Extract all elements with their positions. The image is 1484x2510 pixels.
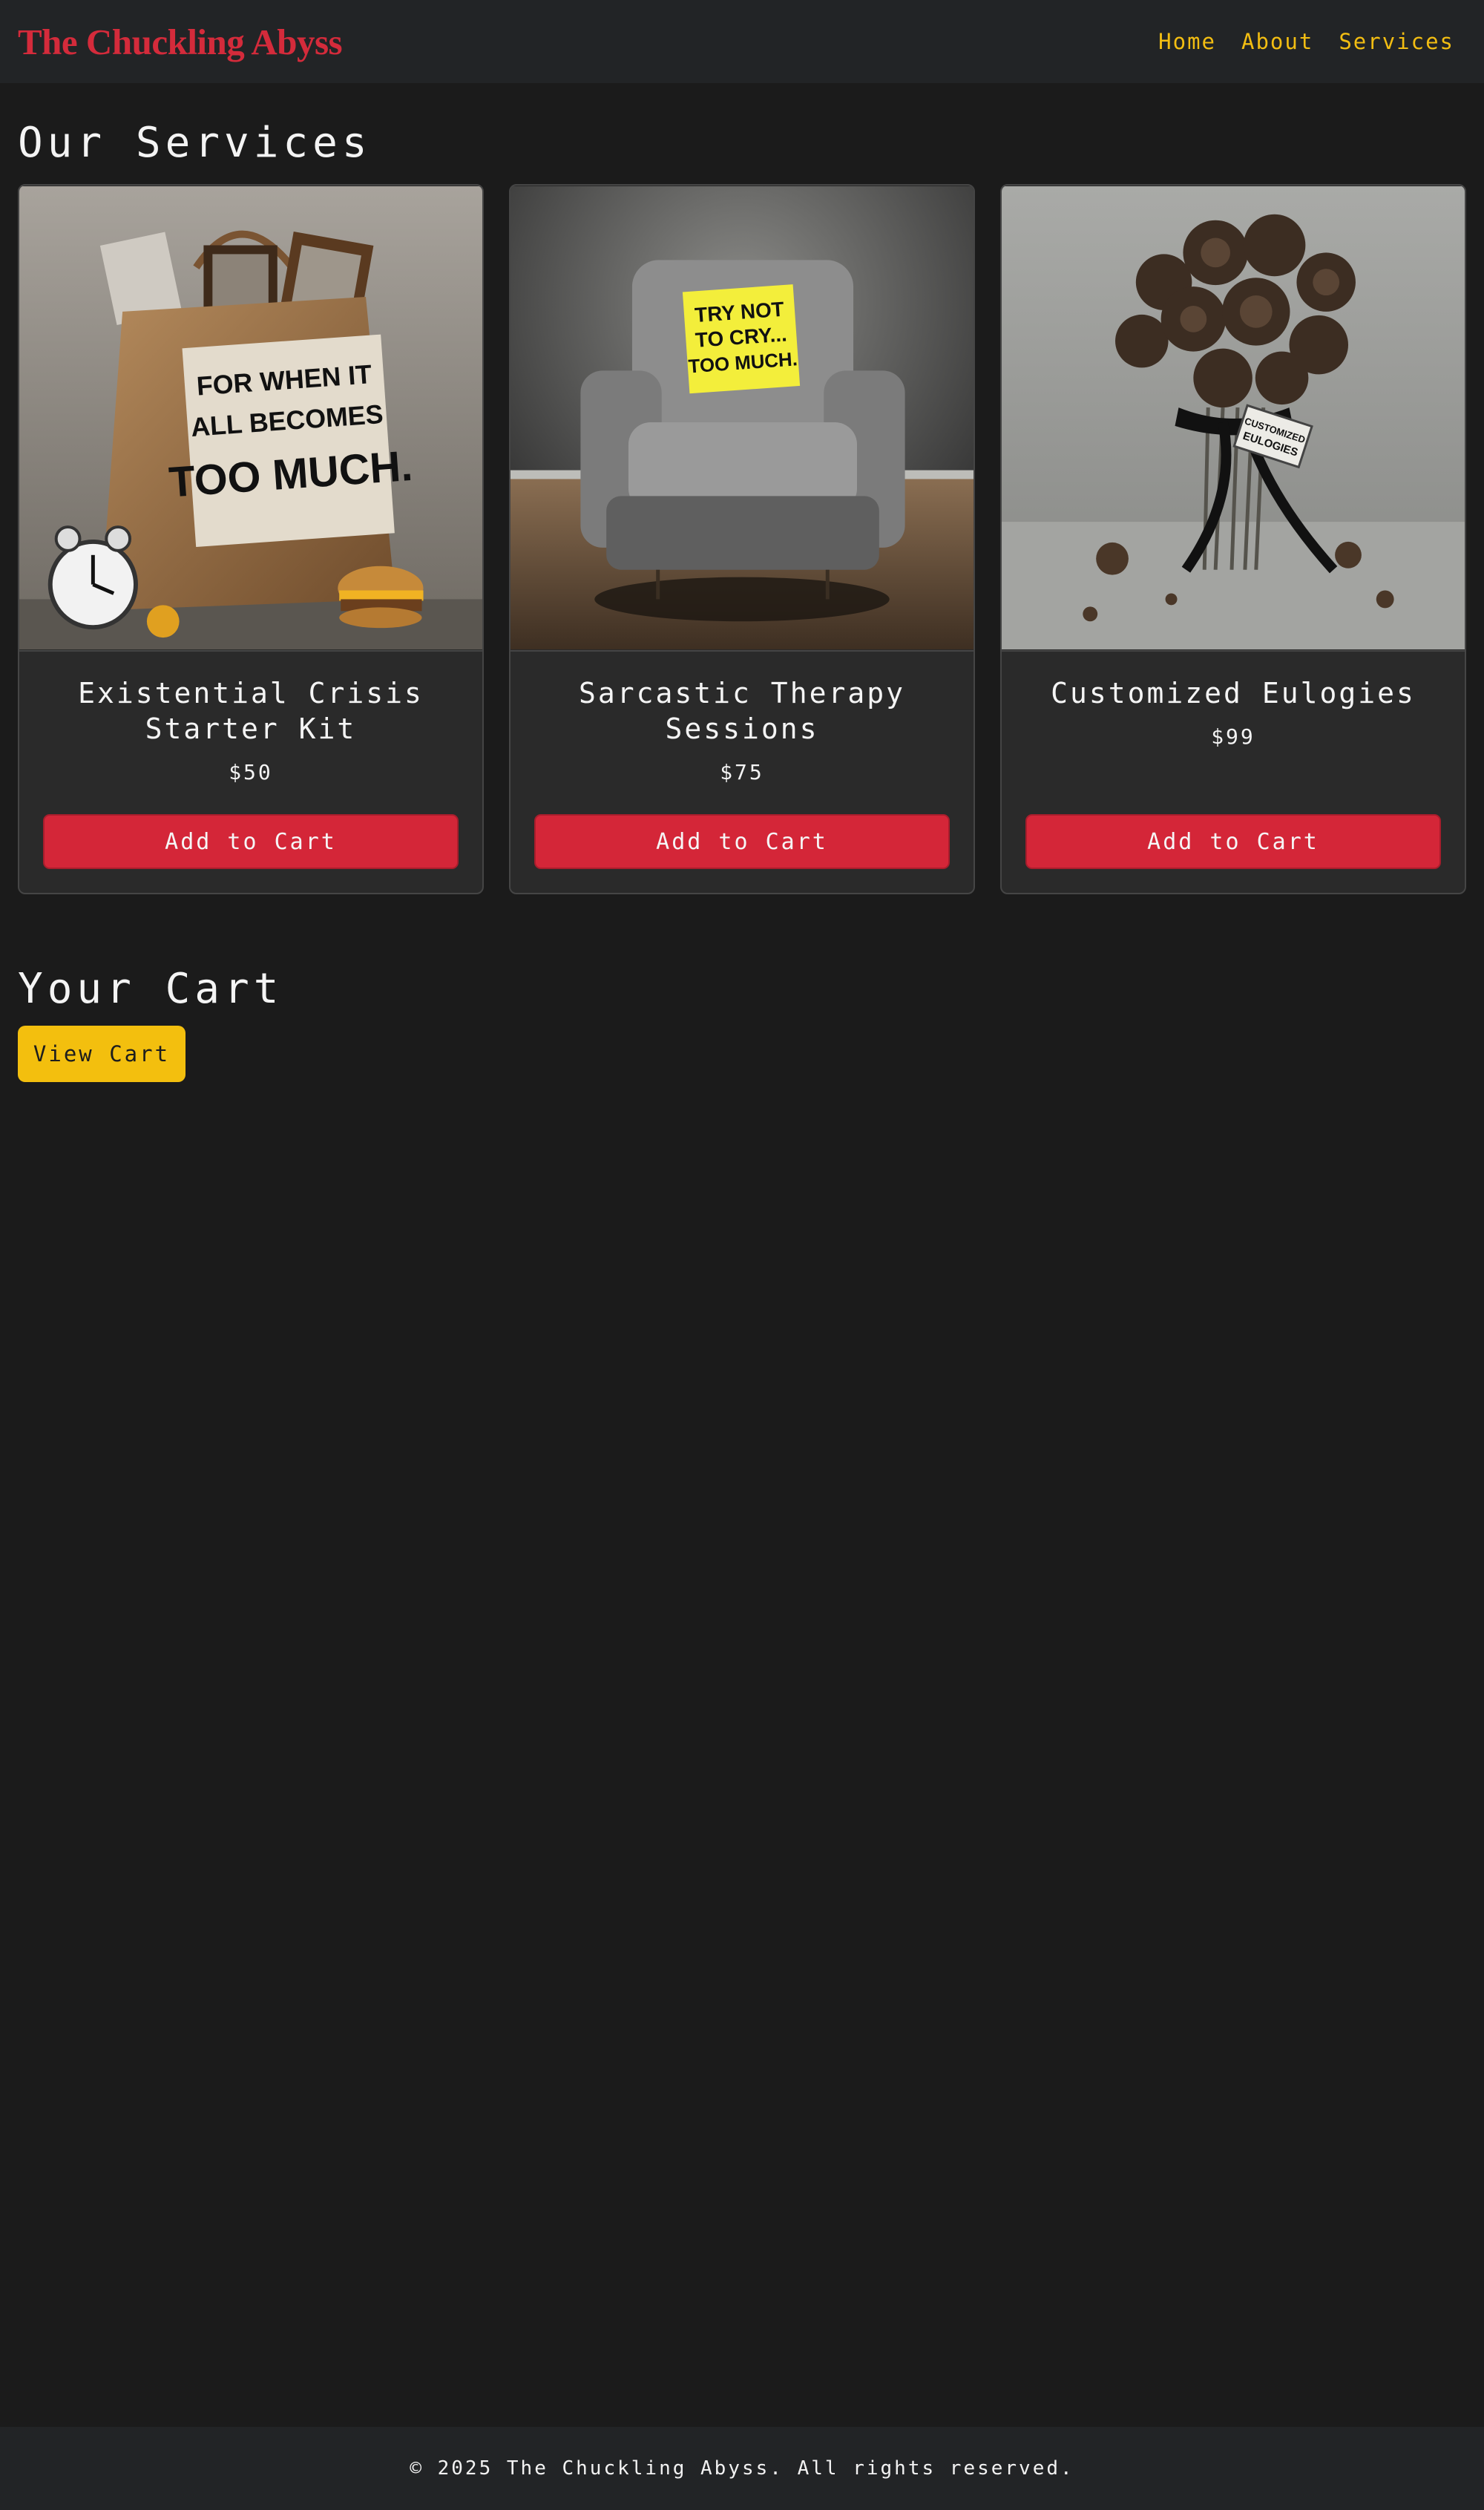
service-price: $75 bbox=[720, 760, 764, 784]
therapy-chair-image: TRY NOT TO CRY... TOO MUCH. bbox=[510, 186, 974, 652]
site-header: The Chuckling Abyss Home About Services bbox=[0, 0, 1484, 83]
site-logo[interactable]: The Chuckling Abyss bbox=[18, 21, 343, 63]
service-card: CUSTOMIZED EULOGIES Customized Eulogies … bbox=[1000, 184, 1466, 894]
service-title: Existential Crisis Starter Kit bbox=[78, 677, 424, 745]
service-card: TRY NOT TO CRY... TOO MUCH. Sarcastic Th… bbox=[509, 184, 975, 894]
nav-link-services[interactable]: Services bbox=[1339, 29, 1454, 54]
nav-link-about[interactable]: About bbox=[1241, 29, 1313, 54]
services-heading: Our Services bbox=[18, 119, 372, 167]
add-to-cart-button[interactable]: Add to Cart bbox=[43, 814, 459, 869]
service-price: $50 bbox=[229, 760, 273, 784]
cart-heading: Your Cart bbox=[18, 965, 283, 1013]
main-nav: Home About Services bbox=[1158, 29, 1454, 54]
service-price: $99 bbox=[1211, 724, 1255, 749]
add-to-cart-button[interactable]: Add to Cart bbox=[1025, 814, 1441, 869]
view-cart-button[interactable]: View Cart bbox=[18, 1026, 186, 1082]
add-to-cart-button[interactable]: Add to Cart bbox=[534, 814, 950, 869]
eulogy-bouquet-image: CUSTOMIZED EULOGIES bbox=[1002, 186, 1465, 652]
nav-link-home[interactable]: Home bbox=[1158, 29, 1216, 54]
copyright-text: © 2025 The Chuckling Abyss. All rights r… bbox=[410, 2457, 1074, 2480]
site-footer: © 2025 The Chuckling Abyss. All rights r… bbox=[0, 2427, 1484, 2510]
service-cards: FOR WHEN IT ALL BECOMES TOO MUCH. Existe… bbox=[18, 184, 1466, 894]
crisis-kit-image: FOR WHEN IT ALL BECOMES TOO MUCH. bbox=[19, 186, 482, 652]
service-title: Sarcastic Therapy Sessions bbox=[579, 677, 905, 745]
service-card: FOR WHEN IT ALL BECOMES TOO MUCH. Existe… bbox=[18, 184, 484, 894]
service-title: Customized Eulogies bbox=[1051, 677, 1416, 710]
